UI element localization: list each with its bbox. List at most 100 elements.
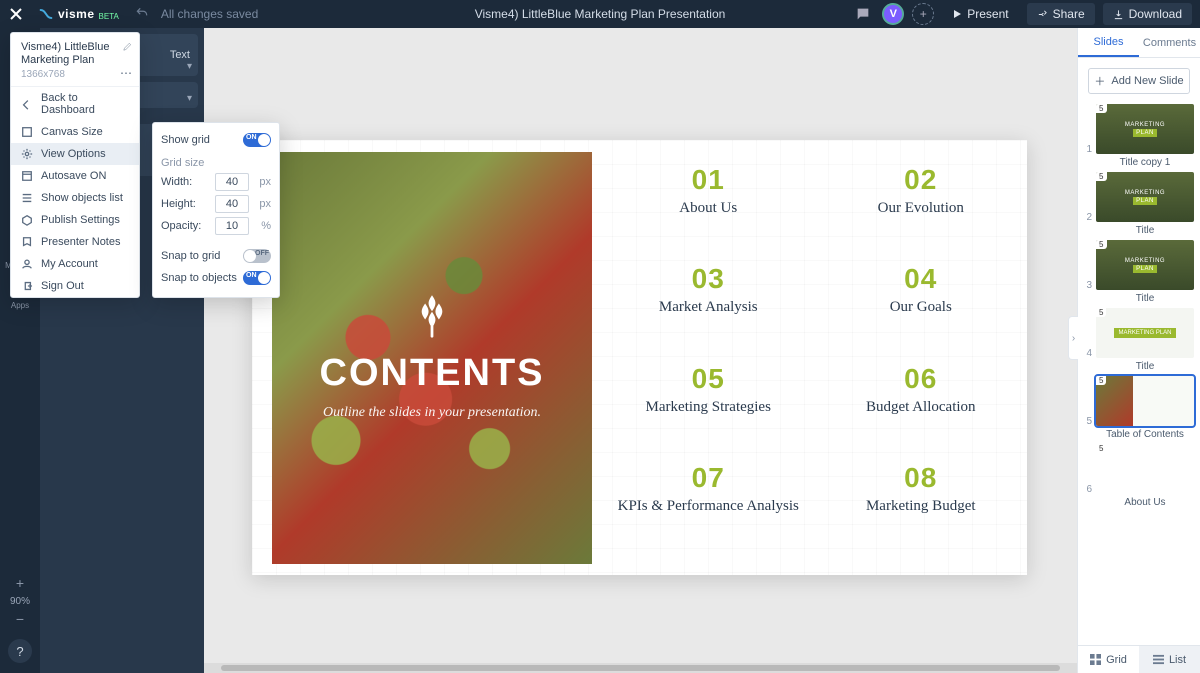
slide-thumb[interactable]: 5About Us (1096, 444, 1194, 508)
toc-number: 08 (825, 462, 1018, 494)
add-slide-button[interactable]: ＋ Add New Slide (1088, 68, 1190, 94)
show-grid-toggle[interactable]: ON (243, 133, 271, 147)
unit-percent: % (255, 220, 271, 232)
project-name[interactable]: Visme4) LittleBlue Marketing Plan (21, 41, 129, 67)
project-menu-item[interactable]: Back to Dashboard (11, 87, 139, 121)
slide-thumb[interactable]: 5MARKETINGPLANTitle copy 1 (1096, 104, 1194, 168)
pencil-icon[interactable] (122, 39, 133, 57)
project-menu-item[interactable]: Canvas Size (11, 121, 139, 143)
view-list-label: List (1169, 654, 1186, 666)
unit-px: px (255, 176, 271, 188)
toc-number: 05 (612, 363, 805, 395)
project-menu-item[interactable]: View Options (11, 143, 139, 165)
close-icon[interactable] (8, 6, 24, 22)
download-label: Download (1129, 7, 1182, 21)
toc-label: KPIs & Performance Analysis (612, 498, 805, 515)
present-button[interactable]: Present (942, 3, 1018, 25)
toc-cell[interactable]: 03 Market Analysis (612, 263, 805, 352)
beta-badge: BETA (99, 12, 119, 21)
help-button[interactable]: ? (8, 639, 32, 663)
chevron-down-icon: ▾ (187, 61, 192, 72)
snap-objects-label: Snap to objects (161, 272, 237, 284)
toc-label: Marketing Strategies (612, 399, 805, 416)
toc-label: Market Analysis (612, 299, 805, 316)
toc-cell[interactable]: 01About Us (612, 164, 805, 253)
view-grid-label: Grid (1106, 654, 1127, 666)
thumb-index: 6 (1084, 444, 1092, 495)
project-menu-item-label: Show objects list (41, 192, 123, 204)
slide-thumb[interactable]: 5Table of Contents (1096, 376, 1194, 440)
project-menu-item[interactable]: Presenter Notes (11, 231, 139, 253)
slide-hero-image[interactable]: CONTENTS Outline the slides in your pres… (272, 152, 592, 564)
tab-comments[interactable]: Comments (1139, 28, 1200, 57)
grid-width-input[interactable] (215, 173, 249, 191)
share-label: Share (1053, 7, 1085, 21)
snap-grid-toggle[interactable]: OFF (243, 249, 271, 263)
toc-cell[interactable]: 06Budget Allocation (825, 363, 1018, 452)
slide[interactable]: CONTENTS Outline the slides in your pres… (252, 140, 1027, 575)
more-icon[interactable]: ⋯ (120, 66, 133, 80)
project-title[interactable]: Visme4) LittleBlue Marketing Plan Presen… (475, 7, 726, 21)
thumb-caption: Table of Contents (1096, 429, 1194, 440)
thumb-index: 4 (1084, 308, 1092, 359)
view-grid-button[interactable]: Grid (1078, 646, 1139, 673)
thumb-index: 1 (1084, 104, 1092, 155)
snap-objects-toggle[interactable]: ON (243, 271, 271, 285)
slides-panel: › Slides Comments ＋ Add New Slide 15MARK… (1077, 28, 1200, 673)
grid-height-input[interactable] (215, 195, 249, 213)
project-menu: Visme4) LittleBlue Marketing Plan 1366x7… (10, 32, 140, 298)
toc-label: Marketing Budget (825, 498, 1018, 515)
unit-px: px (255, 198, 271, 210)
project-menu-item-label: Back to Dashboard (41, 92, 129, 116)
slide-thumb[interactable]: 5MARKETINGPLANTitle (1096, 172, 1194, 236)
thumb-caption: Title (1096, 225, 1194, 236)
toc-cell[interactable]: 05 Marketing Strategies (612, 363, 805, 452)
thumb-caption: About Us (1096, 497, 1194, 508)
toc-cell[interactable]: 08 Marketing Budget (825, 462, 1018, 551)
project-menu-item[interactable]: Sign Out (11, 275, 139, 297)
view-list-button[interactable]: List (1139, 646, 1200, 673)
slide-heading[interactable]: CONTENTS (320, 352, 545, 395)
horizontal-scrollbar[interactable] (204, 663, 1077, 673)
slide-subheading[interactable]: Outline the slides in your presentation. (323, 405, 541, 421)
grid-icon (1090, 654, 1101, 665)
toc-label: Our Evolution (825, 200, 1018, 217)
slide-thumb[interactable]: 5MARKETING PLANTitle (1096, 308, 1194, 372)
rail-label-apps: Apps (11, 301, 29, 310)
add-collaborator-button[interactable]: + (912, 3, 934, 25)
grid-opacity-input[interactable] (215, 217, 249, 235)
share-button[interactable]: Share (1027, 3, 1095, 25)
logo-text: visme (58, 7, 95, 21)
chat-icon[interactable] (852, 3, 874, 25)
scrollbar-thumb[interactable] (221, 665, 1059, 671)
project-menu-header: Visme4) LittleBlue Marketing Plan 1366x7… (11, 33, 139, 87)
chevron-down-icon: ▾ (187, 93, 192, 104)
toc-cell[interactable]: 07KPIs & Performance Analysis (612, 462, 805, 551)
undo-icon[interactable] (135, 6, 149, 23)
project-menu-item[interactable]: My Account (11, 253, 139, 275)
grid-opacity-label: Opacity: (161, 220, 209, 232)
block-header-text-label: Text (170, 49, 190, 61)
collapse-panel-button[interactable]: › (1068, 316, 1078, 360)
download-button[interactable]: Download (1103, 3, 1192, 25)
zoom-level[interactable]: 90% (0, 593, 40, 609)
zoom-out-button[interactable]: − (0, 609, 40, 629)
avatar[interactable]: V (882, 3, 904, 25)
toc-cell[interactable]: 04Our Goals (825, 263, 1018, 352)
project-menu-item[interactable]: Autosave ON (11, 165, 139, 187)
thumb-index: 5 (1084, 376, 1092, 427)
project-menu-item-label: Autosave ON (41, 170, 106, 182)
slide-thumb[interactable]: 5MARKETINGPLANTitle (1096, 240, 1194, 304)
project-dimensions: 1366x768 (21, 69, 129, 80)
project-menu-item[interactable]: Publish Settings (11, 209, 139, 231)
toc-number: 03 (612, 263, 805, 295)
zoom-in-button[interactable]: + (0, 573, 40, 593)
tab-slides[interactable]: Slides (1078, 28, 1139, 57)
toc-cell[interactable]: 02Our Evolution (825, 164, 1018, 253)
project-menu-item-label: Canvas Size (41, 126, 103, 138)
project-menu-item[interactable]: Show objects list (11, 187, 139, 209)
canvas[interactable]: CONTENTS Outline the slides in your pres… (204, 28, 1077, 673)
show-grid-label: Show grid (161, 134, 210, 146)
grid-width-label: Width: (161, 176, 209, 188)
present-label: Present (967, 7, 1008, 21)
